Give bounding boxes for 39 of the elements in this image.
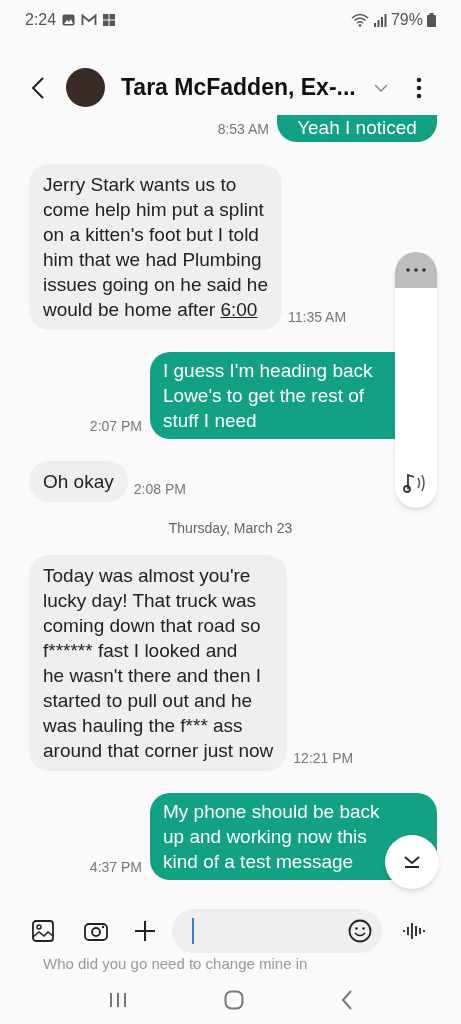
image-icon: [62, 14, 76, 26]
received-message-bubble: Today was almost you're lucky day! That truck was coming down that road so f****** fast I looked and he wasn't there and then I started to pull out and he was hauling the f*** ass around that corner just now: [29, 555, 288, 771]
signal-icon: [372, 13, 387, 27]
message-time: 4:37 PM: [89, 858, 142, 877]
emoji-icon[interactable]: [348, 919, 372, 943]
camera-icon[interactable]: [84, 921, 108, 941]
battery-icon: [427, 13, 436, 27]
chevron-down-icon[interactable]: [373, 83, 388, 92]
message-time: 11:35 AM: [288, 308, 347, 327]
sent-message-bubble: My phone should be back up and working now this kind of a test message: [150, 793, 437, 880]
panel-handle[interactable]: [395, 252, 437, 288]
received-message-bubble: Jerry Stark wants us to come help him put a splint on a kitten's foot but I told him that we had Plumbing issues going on he said he would be home after 6:00: [29, 164, 282, 330]
message-input-field[interactable]: [172, 909, 382, 953]
scroll-down-icon[interactable]: [402, 855, 422, 869]
message-time: 8:53 AM: [217, 120, 269, 139]
mail-icon: [81, 14, 98, 26]
contact-avatar[interactable]: [66, 68, 105, 107]
message-time: 2:07 PM: [89, 417, 142, 436]
more-options-icon[interactable]: [415, 76, 422, 99]
home-icon[interactable]: [223, 989, 244, 1010]
contact-name[interactable]: Tara McFadden, Ex-...: [121, 70, 356, 105]
battery-percent: 79%: [390, 10, 423, 30]
recent-apps-icon[interactable]: [108, 991, 127, 1008]
message-time: 12:21 PM: [293, 749, 354, 768]
date-separator: Thursday, March 23: [168, 519, 293, 538]
received-message-bubble: Oh okay: [29, 461, 128, 502]
faded-message-text: Who did you go need to change mine in: [43, 955, 308, 973]
time-link[interactable]: 6:00: [220, 299, 258, 320]
plus-icon[interactable]: [134, 920, 156, 942]
more-options-icon[interactable]: [406, 268, 426, 272]
voice-wave-icon[interactable]: [402, 921, 426, 941]
message-time: 2:08 PM: [133, 480, 186, 499]
back-icon[interactable]: [340, 989, 353, 1010]
grid-icon: [103, 14, 116, 26]
gallery-icon[interactable]: [32, 920, 54, 942]
sent-message-bubble: I guess I'm heading back Lowe's to get the rest of stuff I need: [150, 352, 395, 439]
sent-message-bubble: Yeah I noticed: [277, 115, 437, 142]
status-time: 2:24: [25, 10, 57, 30]
wifi-icon: [350, 13, 369, 27]
